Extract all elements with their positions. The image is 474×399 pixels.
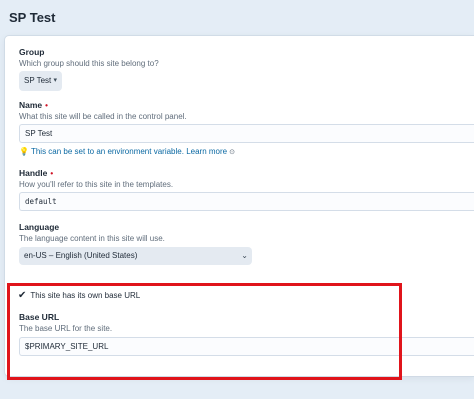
- language-instructions: The language content in this site will u…: [19, 234, 165, 243]
- required-indicator: •: [45, 101, 48, 110]
- group-label: Group: [19, 47, 45, 57]
- own-base-url-label: This site has its own base URL: [30, 291, 141, 300]
- chevron-down-icon: ▾: [53, 77, 57, 84]
- group-instructions: Which group should this site belong to?: [19, 59, 159, 68]
- chevron-down-icon: ⌄: [241, 251, 248, 260]
- checkmark-icon: ✔: [18, 290, 27, 301]
- base-url-instructions: The base URL for the site.: [19, 324, 113, 333]
- base-url-label: Base URL: [19, 312, 60, 322]
- required-indicator: •: [50, 169, 54, 178]
- language-select-value: en-US – English (United States): [24, 251, 138, 260]
- handle-input[interactable]: default: [19, 192, 474, 211]
- name-input[interactable]: SP Test: [19, 124, 474, 143]
- page-title: SP Test: [9, 10, 56, 25]
- handle-label: Handle •: [19, 168, 53, 178]
- group-select[interactable]: SP Test ▾: [19, 71, 62, 91]
- handle-label-text: Handle: [19, 168, 48, 178]
- name-instructions: What this site will be called in the con…: [19, 112, 187, 121]
- handle-instructions: How you'll refer to this site in the tem…: [19, 180, 174, 189]
- env-variable-hint: 💡 This can be set to an environment varia…: [19, 147, 235, 156]
- own-base-url-checkbox[interactable]: ✔ This site has its own base URL: [18, 290, 140, 301]
- external-link-icon: ⊙: [229, 149, 235, 156]
- hint-text: This can be set to an environment variab…: [30, 147, 184, 156]
- base-url-input[interactable]: $PRIMARY_SITE_URL: [19, 337, 474, 356]
- name-label-text: Name: [19, 100, 43, 110]
- learn-more-link[interactable]: Learn more: [186, 147, 227, 156]
- name-label: Name •: [19, 100, 48, 110]
- language-label: Language: [19, 222, 60, 232]
- group-select-value: SP Test: [24, 76, 52, 85]
- language-select[interactable]: en-US – English (United States) ⌄: [19, 247, 252, 265]
- lightbulb-icon: 💡: [19, 147, 29, 156]
